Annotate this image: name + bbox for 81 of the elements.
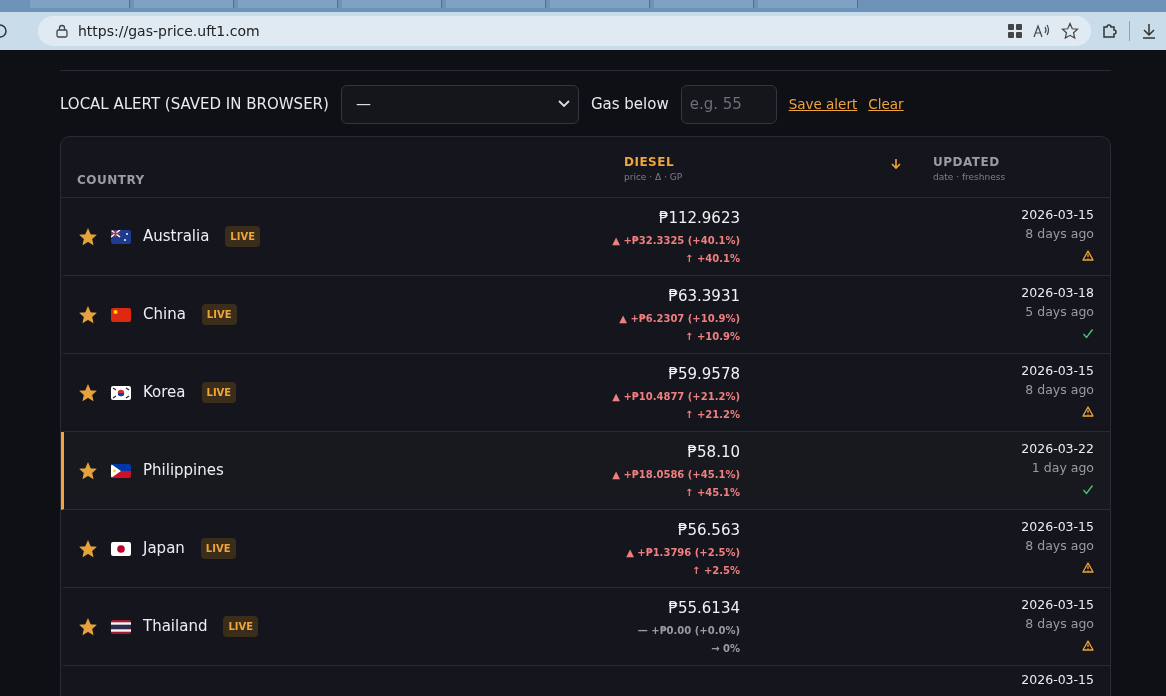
flag-icon (111, 463, 131, 478)
live-badge: LIVE (225, 226, 261, 247)
price-text: ₱63.3931 (667, 286, 740, 308)
table-row[interactable]: Philippines ₱58.10 ▲ +₱18.0586 (+45.1%) ↑ +45.1% 2026-03-22 1 day ago (61, 432, 1110, 510)
flag-icon (111, 541, 131, 556)
alert-label: LOCAL ALERT (SAVED IN BROWSER) (60, 93, 329, 115)
column-subtitle: price · Δ · GP (624, 171, 683, 184)
column-header: COUNTRY (77, 172, 145, 189)
country-name: Philippines (143, 460, 224, 482)
download-icon[interactable] (1140, 22, 1158, 40)
flag-icon (111, 385, 131, 400)
live-badge: LIVE (223, 616, 259, 637)
date-text: 2026-03-15 (1020, 595, 1094, 614)
star-icon[interactable] (79, 305, 97, 324)
save-alert-link[interactable]: Save alert (788, 93, 858, 115)
date-text: 2026-03-15 (1020, 671, 1094, 689)
puzzle-icon[interactable] (1101, 22, 1119, 40)
age-text: 8 days ago (1024, 380, 1094, 399)
star-icon[interactable] (79, 461, 97, 480)
threshold-label: Gas below (590, 93, 669, 115)
read-aloud-icon[interactable] (1033, 24, 1051, 38)
chevron-down-icon (557, 100, 570, 108)
clear-link[interactable]: Clear (868, 93, 904, 115)
star-icon[interactable] (1061, 22, 1079, 40)
country-name: Japan (143, 538, 185, 560)
star-icon[interactable] (79, 227, 97, 246)
star-icon[interactable] (79, 617, 97, 636)
price-text: ₱55.6134 (667, 598, 740, 620)
price-text: ₱59.9578 (667, 364, 740, 386)
country-name: Thailand (143, 616, 208, 638)
delta-text: ▲ +₱32.3325 (+40.1%) (612, 233, 740, 248)
threshold-field[interactable]: e.g. 55 (680, 84, 777, 124)
date-text: 2026-03-18 (1020, 283, 1094, 302)
age-text: 8 days ago (1024, 536, 1094, 555)
sort-arrow-icon[interactable] (891, 158, 901, 170)
address-bar[interactable]: https://gas-price.uft1.com (38, 16, 1091, 46)
star-icon[interactable] (79, 383, 97, 402)
lock-icon (56, 24, 68, 38)
delta-text: ▲ +₱18.0586 (+45.1%) (612, 467, 740, 482)
table-row[interactable]: Australia LIVE ₱112.9623 ▲ +₱32.3325 (+40.1%) ↑ +40.1% 2026-03-15 8 days ago (61, 198, 1110, 276)
flag-icon (111, 307, 131, 322)
star-icon[interactable] (79, 539, 97, 558)
table-row[interactable]: China LIVE ₱63.3931 ▲ +₱6.2307 (+10.9%) ↑ +10.9% 2026-03-18 5 days ago (61, 276, 1110, 354)
column-header: UPDATED (933, 154, 1001, 171)
change-text: ↑ +21.2% (684, 407, 740, 422)
grid-icon[interactable] (1007, 23, 1023, 39)
age-text: 8 days ago (1024, 224, 1094, 243)
price-text: ₱56.563 (676, 520, 740, 542)
change-text: ↑ +2.5% (691, 563, 740, 578)
date-text: 2026-03-15 (1020, 205, 1094, 224)
delta-text: — +₱0.00 (+0.0%) (636, 623, 740, 638)
date-text: 2026-03-15 (1020, 517, 1094, 536)
flag-icon (111, 229, 131, 244)
age-text: 8 days ago (1024, 614, 1094, 633)
table-row[interactable]: Thailand LIVE ₱55.6134 — +₱0.00 (+0.0%) → 0% 2026-03-15 8 days ago (61, 588, 1110, 666)
delta-text: ▲ +₱10.4877 (+21.2%) (612, 389, 740, 404)
date-text: 2026-03-22 (1020, 439, 1094, 458)
country-name: China (143, 304, 186, 326)
change-text: ↑ +45.1% (684, 485, 740, 500)
country-name: Australia (143, 226, 210, 248)
table-row[interactable]: Japan LIVE ₱56.563 ▲ +₱1.3796 (+2.5%) ↑ +2.5% 2026-03-15 8 days ago (61, 510, 1110, 588)
price-text: ₱58.10 (686, 442, 740, 464)
column-subtitle: date · freshness (933, 171, 1007, 184)
age-text: 5 days ago (1024, 302, 1094, 321)
change-text: ↑ +10.9% (684, 329, 740, 344)
change-text: ↑ +40.1% (684, 251, 740, 266)
live-badge: LIVE (200, 538, 236, 559)
reload-icon[interactable] (0, 23, 8, 39)
delta-text: ▲ +₱1.3796 (+2.5%) (625, 545, 740, 560)
live-badge: LIVE (201, 382, 237, 403)
date-text: 2026-03-15 (1020, 361, 1094, 380)
change-text: → 0% (710, 641, 740, 656)
country-name: Korea (143, 382, 186, 404)
delta-text: ▲ +₱6.2307 (+10.9%) (618, 311, 740, 326)
age-text: 1 day ago (1030, 458, 1094, 477)
url-text: https://gas-price.uft1.com (78, 21, 261, 41)
country-select[interactable]: — (340, 84, 579, 124)
price-text: ₱112.9623 (657, 208, 740, 230)
flag-icon (111, 619, 131, 634)
column-header: DIESEL (624, 154, 676, 171)
live-badge: LIVE (201, 304, 237, 325)
